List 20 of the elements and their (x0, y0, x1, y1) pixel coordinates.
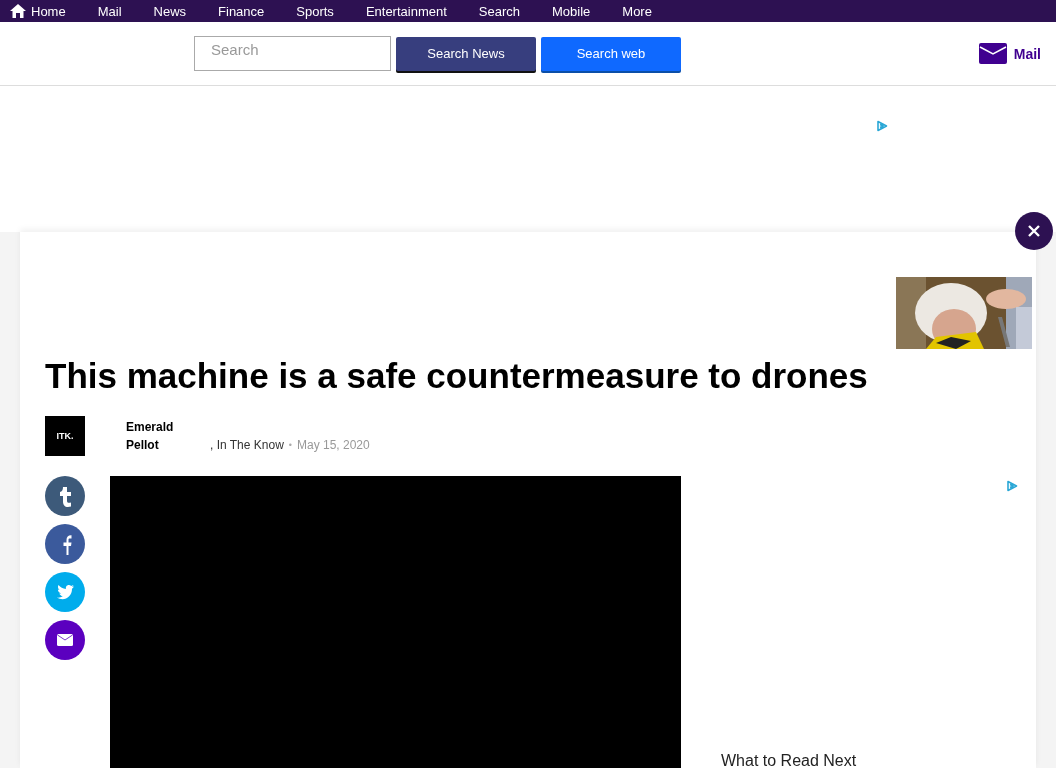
nav-link[interactable]: Sports (296, 3, 334, 19)
nav-link[interactable]: Finance (218, 3, 265, 19)
search-web-button[interactable]: Search web (541, 36, 681, 71)
publisher-name: , In The Know (210, 438, 284, 452)
search-news-button[interactable]: Search News (396, 36, 536, 71)
nav-link[interactable]: Mobile (552, 3, 591, 19)
nav-link[interactable]: Search (478, 3, 520, 19)
separator-dot: • (288, 440, 292, 450)
nav-link[interactable]: Mail (97, 3, 122, 19)
section-heading: What to Read Next (721, 752, 858, 768)
nav-link[interactable]: Entertainment (365, 3, 447, 19)
source-logo: ITK. (45, 416, 85, 456)
author-name[interactable]: Emerald Pellot (126, 418, 186, 454)
nav-link[interactable]: News (153, 3, 187, 19)
nav-link[interactable]: Home (10, 3, 66, 19)
search-field[interactable]: Search (194, 36, 391, 71)
mail-link[interactable]: Mail (978, 43, 1041, 64)
publish-date: May 15, 2020 (297, 438, 370, 452)
nav-link[interactable]: More (622, 3, 652, 19)
article-title: This machine is a safe countermeasure to drones (45, 356, 868, 396)
